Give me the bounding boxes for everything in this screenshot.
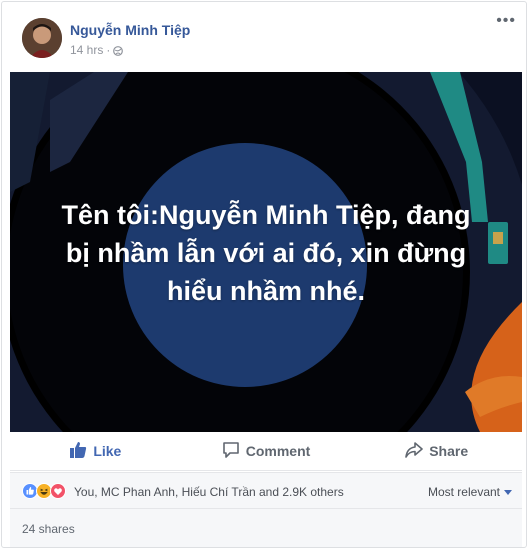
post-time[interactable]: 14 hrs [70, 43, 103, 57]
comment-button[interactable]: Comment [181, 432, 352, 470]
more-options-icon[interactable]: ••• [496, 13, 516, 29]
post-card: Nguyễn Minh Tiệp 14 hrs · ••• Tên tôi:Ng… [1, 1, 527, 548]
author-name[interactable]: Nguyễn Minh Tiệp [70, 22, 190, 38]
post-header: Nguyễn Minh Tiệp 14 hrs · ••• [2, 2, 526, 72]
author-avatar[interactable] [22, 18, 62, 58]
image-caption: Tên tôi:Nguyễn Minh Tiệp, đang bị nhầm l… [61, 200, 471, 306]
reaction-summary[interactable]: You, MC Phan Anh, Hiếu Chí Trần and 2.9K… [74, 485, 344, 499]
reaction-icons[interactable] [22, 483, 70, 499]
haha-reaction-icon [36, 483, 52, 499]
share-button[interactable]: Share [351, 432, 522, 470]
shares-count[interactable]: 24 shares [22, 522, 75, 536]
action-bar: Like Comment Share [10, 432, 522, 471]
globe-icon[interactable] [113, 45, 124, 56]
like-reaction-icon [22, 483, 38, 499]
reactions-bar: You, MC Phan Anh, Hiếu Chí Trần and 2.9K… [10, 472, 522, 509]
share-label: Share [429, 443, 469, 459]
post-image[interactable]: Tên tôi:Nguyễn Minh Tiệp, đang bị nhầm l… [10, 72, 522, 432]
comment-icon [222, 441, 240, 462]
most-relevant-dropdown[interactable]: Most relevant [428, 485, 512, 499]
love-reaction-icon [50, 483, 66, 499]
comment-label: Comment [245, 443, 311, 459]
sort-label: Most relevant [427, 485, 500, 499]
dot-separator: · [106, 43, 111, 57]
thumbs-up-icon [69, 441, 87, 462]
post-meta: 14 hrs · [70, 43, 124, 57]
like-button[interactable]: Like [10, 432, 181, 470]
shares-row: 24 shares [10, 508, 522, 547]
share-arrow-icon [405, 441, 424, 462]
chevron-down-icon [504, 485, 512, 499]
like-label: Like [93, 443, 122, 459]
